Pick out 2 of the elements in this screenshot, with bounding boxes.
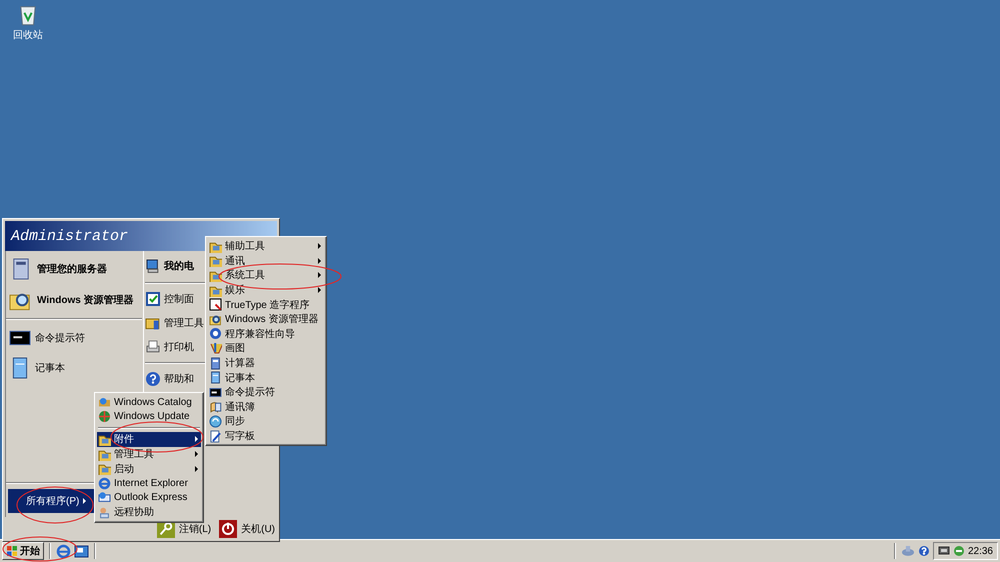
user-name: Administrator xyxy=(11,228,128,244)
clock: 22:36 xyxy=(968,546,993,556)
